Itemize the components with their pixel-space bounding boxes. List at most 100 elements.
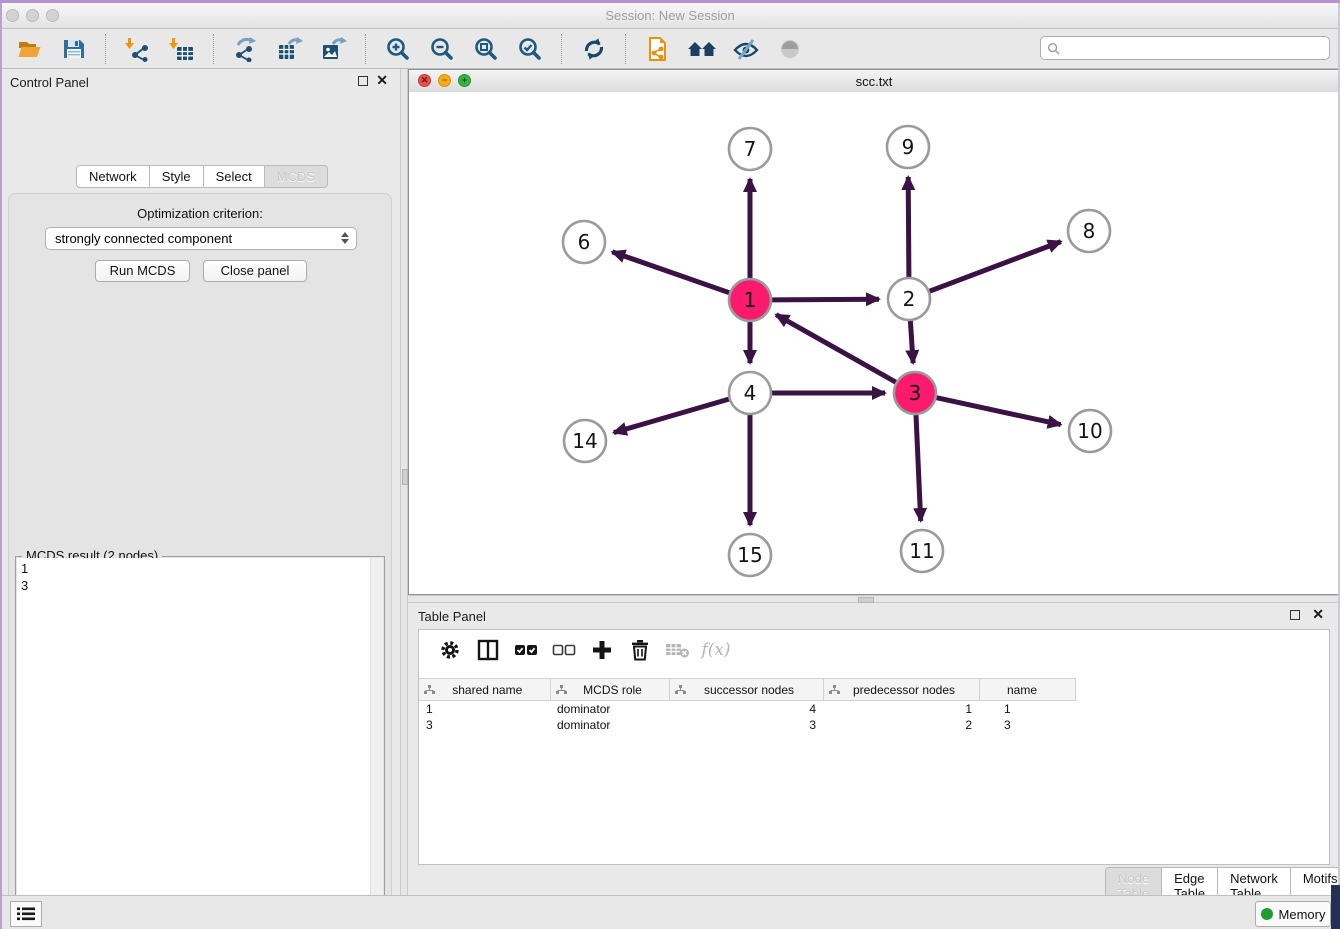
graph-node-4[interactable]: 4	[729, 372, 771, 414]
tab-style[interactable]: Style	[150, 165, 204, 188]
graph-node-9[interactable]: 9	[887, 126, 929, 168]
graph-node-label: 2	[903, 287, 916, 311]
graph-node-11[interactable]: 11	[901, 530, 943, 572]
clone-network-icon[interactable]	[643, 35, 673, 63]
add-column-icon[interactable]	[589, 637, 615, 663]
graph-node-3[interactable]: 3	[894, 372, 936, 414]
save-session-icon[interactable]	[59, 35, 89, 63]
close-panel-icon[interactable]: ✕	[1312, 607, 1324, 621]
table-row[interactable]: 1 dominator 4 1 1	[419, 701, 1075, 718]
open-session-icon[interactable]	[15, 35, 45, 63]
table-toolbar: f(x)	[419, 630, 1329, 670]
export-table-icon[interactable]	[275, 35, 305, 63]
cell-name[interactable]: 3	[979, 717, 1075, 733]
graph-edge-1-6[interactable]	[612, 252, 729, 293]
gear-icon[interactable]	[437, 637, 463, 663]
graph-node-label: 10	[1077, 419, 1102, 443]
search-input[interactable]	[1064, 38, 1329, 58]
select-all-icon[interactable]	[513, 637, 539, 663]
graph-edge-2-9[interactable]	[908, 177, 909, 277]
result-scrollbar[interactable]	[370, 558, 383, 929]
tab-network[interactable]: Network	[76, 165, 150, 188]
graph-node-label: 9	[902, 135, 915, 159]
graph-node-label: 8	[1083, 219, 1096, 243]
run-mcds-button[interactable]: Run MCDS	[95, 260, 190, 282]
graph-edge-3-10[interactable]	[937, 398, 1061, 425]
result-line: 1	[21, 560, 367, 577]
cell-shared-name[interactable]: 1	[419, 701, 550, 718]
graph-node-2[interactable]: 2	[888, 278, 930, 320]
application-window: Session: New Session	[0, 0, 1340, 929]
graph-node-1[interactable]: 1	[729, 279, 771, 321]
selected-criterion: strongly connected component	[55, 231, 232, 246]
hide-show-icon[interactable]	[731, 35, 761, 63]
tab-mcds[interactable]: MCDS	[265, 165, 328, 188]
desktop-corner	[1331, 885, 1340, 929]
list-icon	[17, 907, 35, 921]
float-panel-icon[interactable]	[358, 76, 368, 86]
mcds-panel: Optimization criterion: strongly connect…	[8, 193, 392, 929]
export-image-icon[interactable]	[319, 35, 349, 63]
column-header-successor-nodes[interactable]: successor nodes	[669, 679, 823, 701]
graph-node-15[interactable]: 15	[729, 534, 771, 576]
column-header-name[interactable]: name	[979, 679, 1075, 701]
deselect-all-icon[interactable]	[551, 637, 577, 663]
cell-shared-name[interactable]: 3	[419, 717, 550, 733]
graph-node-label: 7	[744, 137, 757, 161]
graph-node-7[interactable]: 7	[729, 128, 771, 170]
graph-edge-2-8[interactable]	[930, 242, 1061, 292]
table-panel: Table Panel ✕	[408, 603, 1340, 895]
optimization-criterion-select[interactable]: strongly connected component	[45, 227, 357, 250]
graph-edge-4-14[interactable]	[614, 399, 729, 433]
toolbar-separator	[625, 34, 627, 64]
task-history-button[interactable]	[10, 901, 42, 927]
cell-predecessor-nodes[interactable]: 1	[823, 701, 979, 718]
float-panel-icon[interactable]	[1290, 610, 1300, 620]
close-panel-button[interactable]: Close panel	[203, 260, 307, 282]
houses-icon[interactable]	[687, 35, 717, 63]
graph-edge-2-3[interactable]	[910, 321, 913, 363]
graph-edge-3-1[interactable]	[776, 315, 896, 383]
optimization-criterion-label: Optimization criterion:	[9, 206, 391, 221]
cell-successor-nodes[interactable]: 4	[669, 701, 823, 718]
search-field	[1040, 36, 1330, 60]
import-network-icon[interactable]	[123, 35, 153, 63]
cell-predecessor-nodes[interactable]: 2	[823, 717, 979, 733]
import-table-icon[interactable]	[167, 35, 197, 63]
vertical-splitter[interactable]	[400, 69, 408, 895]
table-row[interactable]: 3 dominator 3 2 3	[419, 717, 1075, 733]
zoom-fit-icon[interactable]	[471, 35, 501, 63]
zoom-in-icon[interactable]	[383, 35, 413, 63]
cell-name[interactable]: 1	[979, 701, 1075, 718]
graph-node-8[interactable]: 8	[1068, 210, 1110, 252]
graph-edge-3-11[interactable]	[916, 415, 921, 521]
cell-mcds-role[interactable]: dominator	[550, 717, 669, 733]
horizontal-splitter[interactable]	[408, 595, 1340, 603]
control-panel-title: Control Panel	[10, 75, 89, 90]
graph-node-6[interactable]: 6	[563, 221, 605, 263]
graph-node-10[interactable]: 10	[1069, 410, 1111, 452]
toolbar-separator	[105, 34, 107, 64]
column-header-predecessor-nodes[interactable]: predecessor nodes	[823, 679, 979, 701]
column-header-shared-name[interactable]: shared name	[419, 679, 550, 701]
table-header-row: shared name MCDS role successor nodes pr…	[419, 679, 1075, 701]
memory-button[interactable]: Memory	[1255, 901, 1331, 927]
tab-select[interactable]: Select	[204, 165, 265, 188]
apply-layout-icon[interactable]	[579, 35, 609, 63]
status-bar: Memory	[0, 895, 1340, 929]
memory-label: Memory	[1279, 907, 1326, 922]
zoom-out-icon[interactable]	[427, 35, 457, 63]
mcds-result-text[interactable]: 1 3	[17, 558, 371, 929]
close-panel-icon[interactable]: ✕	[376, 73, 388, 87]
graph-node-14[interactable]: 14	[564, 420, 606, 462]
zoom-selected-icon[interactable]	[515, 35, 545, 63]
columns-icon[interactable]	[475, 637, 501, 663]
network-canvas[interactable]: 7 9 6 8 1 2 4 3 14 10 15 11	[409, 92, 1339, 594]
graph-node-label: 3	[909, 381, 922, 405]
graph-edge-1-2[interactable]	[772, 299, 879, 300]
cell-mcds-role[interactable]: dominator	[550, 701, 669, 718]
column-header-mcds-role[interactable]: MCDS role	[550, 679, 669, 701]
cell-successor-nodes[interactable]: 3	[669, 717, 823, 733]
export-network-icon[interactable]	[231, 35, 261, 63]
delete-icon[interactable]	[627, 637, 653, 663]
